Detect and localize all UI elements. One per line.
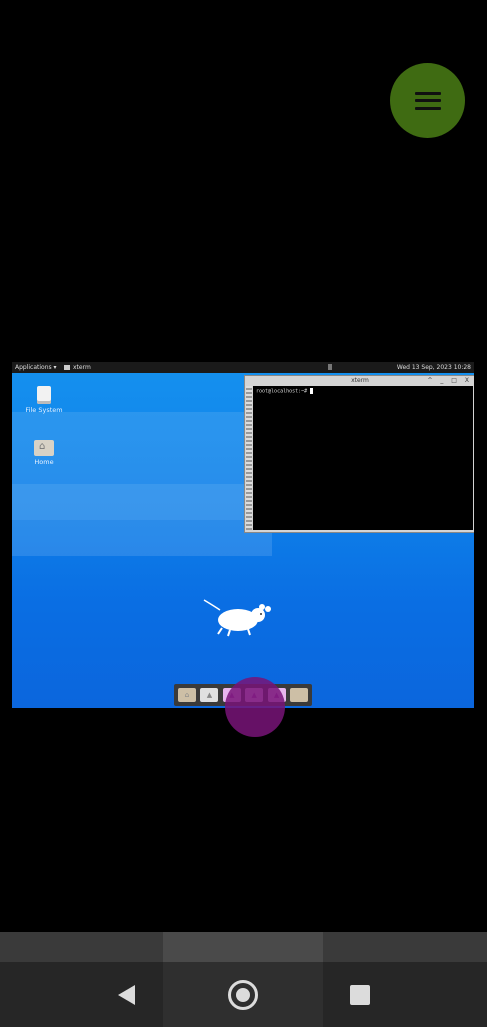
terminal-output[interactable]: root@localhost:~# xyxy=(253,386,473,530)
home-folder-icon[interactable]: ⌂ xyxy=(178,688,196,702)
desktop-icon-label: Home xyxy=(34,458,54,466)
extra-keys-bar xyxy=(0,932,487,962)
terminal-prompt: root@localhost:~# xyxy=(256,388,311,395)
desktop-icon-label: File System xyxy=(25,406,63,414)
taskbar-item-xterm[interactable]: xterm xyxy=(64,362,91,373)
desktop-icon-home[interactable]: Home xyxy=(19,440,69,466)
xfce-mouse-logo-icon xyxy=(203,599,271,637)
window-controls[interactable]: ^ _ □ X xyxy=(427,376,472,385)
menu-fab-button[interactable] xyxy=(390,63,465,138)
back-button[interactable] xyxy=(96,962,156,1027)
drive-icon xyxy=(37,386,51,404)
tray-icon[interactable] xyxy=(328,364,332,370)
terminal-titlebar[interactable]: xterm ^ _ □ X xyxy=(245,376,474,385)
folder-icon[interactable] xyxy=(289,688,308,702)
back-icon xyxy=(117,984,135,1005)
recents-button[interactable] xyxy=(330,962,390,1027)
terminal-title: xterm xyxy=(351,377,369,384)
remote-desktop-view[interactable]: Applications ▾ xterm Wed 13 Sep, 2023 10… xyxy=(12,362,474,708)
panel-clock[interactable]: Wed 13 Sep, 2023 10:28 xyxy=(397,362,471,373)
home-icon xyxy=(228,979,258,1010)
touch-indicator xyxy=(225,677,285,737)
terminal-scrollbar[interactable] xyxy=(246,386,252,530)
android-nav-bar xyxy=(0,962,487,1027)
desktop-top-panel: Applications ▾ xterm Wed 13 Sep, 2023 10… xyxy=(12,362,474,373)
home-button[interactable] xyxy=(213,962,273,1027)
hamburger-icon xyxy=(414,91,441,110)
recents-icon xyxy=(350,984,370,1005)
home-folder-icon xyxy=(34,440,54,456)
cursor xyxy=(310,388,314,394)
terminal-window[interactable]: xterm ^ _ □ X root@localhost:~# xyxy=(244,375,474,533)
applications-menu[interactable]: Applications ▾ xyxy=(15,362,57,373)
desktop-icon-file-system[interactable]: File System xyxy=(19,386,69,414)
terminal-icon[interactable]: ▲ xyxy=(200,688,219,702)
